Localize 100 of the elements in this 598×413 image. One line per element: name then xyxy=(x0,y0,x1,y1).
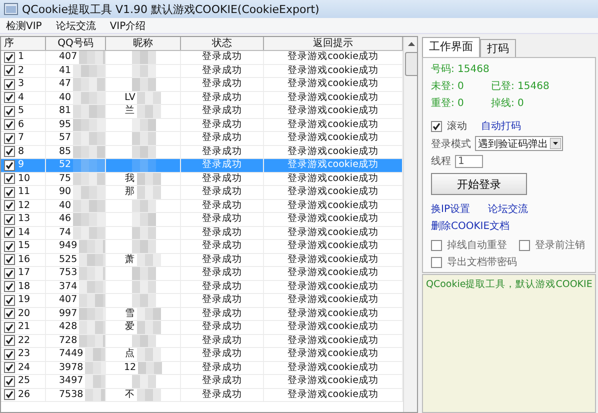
checkbox[interactable] xyxy=(4,268,15,279)
qq-number: 40 xyxy=(59,92,72,104)
blur-mosaic xyxy=(73,213,105,226)
link[interactable]: 论坛交流 xyxy=(488,202,528,216)
table-row[interactable]: 24 3978 12 登录成功 登录游戏cookie成功 xyxy=(1,362,403,375)
checkbox[interactable] xyxy=(4,132,15,144)
nickname: 萧 xyxy=(125,254,135,266)
menu-item[interactable]: 论坛交流 xyxy=(56,18,96,32)
dropdown-arrow-icon[interactable] xyxy=(550,138,561,149)
checkbox[interactable] xyxy=(4,294,15,306)
checkbox[interactable] xyxy=(4,240,15,252)
blur-mosaic xyxy=(73,64,105,77)
row-number: 10 xyxy=(18,172,30,185)
qq-number: 40 xyxy=(59,200,72,212)
blur-mosaic xyxy=(137,321,161,334)
column-header[interactable]: 状态 xyxy=(181,37,264,50)
checkbox[interactable] xyxy=(4,227,15,238)
table-row[interactable]: 17 753 登录成功 登录游戏cookie成功 xyxy=(1,267,403,280)
link[interactable]: 删除COOKIE文档 xyxy=(431,219,589,233)
checkbox[interactable] xyxy=(4,254,15,266)
nickname: 12 xyxy=(124,362,136,374)
table-row[interactable]: 7 57 登录成功 登录游戏cookie成功 xyxy=(1,132,403,146)
table-row[interactable]: 26 7538 不 登录成功 登录游戏cookie成功 xyxy=(1,388,403,402)
option-checkbox[interactable]: 导出文档带密码 xyxy=(431,255,517,269)
table-row[interactable]: 5 81 兰 登录成功 登录游戏cookie成功 xyxy=(1,105,403,118)
column-header[interactable]: 序 xyxy=(1,37,46,50)
checkbox[interactable] xyxy=(4,389,15,400)
checkbox[interactable] xyxy=(4,173,15,184)
login-mode-label: 登录模式 xyxy=(431,138,471,150)
blur-mosaic xyxy=(73,118,105,131)
blur-mosaic xyxy=(73,146,105,158)
checkbox[interactable] xyxy=(4,200,15,212)
message-text: 登录游戏cookie成功 xyxy=(288,92,378,104)
link[interactable]: 换IP设置 xyxy=(431,202,470,216)
checkbox[interactable] xyxy=(4,92,15,104)
column-header[interactable]: 昵称 xyxy=(106,37,181,50)
scrollbar-thumb[interactable] xyxy=(404,52,417,76)
start-login-button[interactable]: 开始登录 xyxy=(431,173,527,195)
checkbox[interactable] xyxy=(4,376,15,387)
checkbox[interactable] xyxy=(4,186,15,198)
qq-number: 7538 xyxy=(59,388,84,401)
table-row[interactable]: 13 46 登录成功 登录游戏cookie成功 xyxy=(1,213,403,226)
tab[interactable]: 工作界面 xyxy=(422,37,480,57)
scroll-checkbox[interactable]: 滚动 xyxy=(431,119,467,133)
checkbox[interactable] xyxy=(4,281,15,292)
checkbox[interactable] xyxy=(4,106,15,117)
table-row[interactable]: 4 40 LV 登录成功 登录游戏cookie成功 xyxy=(1,92,403,105)
table-row[interactable]: 20 997 雪 登录成功 登录游戏cookie成功 xyxy=(1,308,403,321)
status-text: 登录成功 xyxy=(202,132,242,144)
table-row[interactable]: 12 40 登录成功 登录游戏cookie成功 xyxy=(1,200,403,213)
table-row[interactable]: 16 525 萧 登录成功 登录游戏cookie成功 xyxy=(1,254,403,267)
qq-number: 407 xyxy=(59,294,78,306)
table-row[interactable]: 3 47 登录成功 登录游戏cookie成功 xyxy=(1,78,403,92)
checkbox[interactable] xyxy=(4,146,15,158)
column-header[interactable]: QQ号码 xyxy=(46,37,106,50)
table-row[interactable]: 19 407 登录成功 登录游戏cookie成功 xyxy=(1,294,403,308)
option-checkbox[interactable]: 掉线自动重登 xyxy=(431,238,507,252)
table-row[interactable]: 6 95 登录成功 登录游戏cookie成功 xyxy=(1,118,403,132)
row-number: 23 xyxy=(18,348,30,360)
table-row[interactable]: 21 428 爱 登录成功 登录游戏cookie成功 xyxy=(1,321,403,334)
checkbox[interactable] xyxy=(4,348,15,360)
checkbox[interactable] xyxy=(4,322,15,333)
checkbox[interactable] xyxy=(4,308,15,320)
table-row[interactable]: 15 949 登录成功 登录游戏cookie成功 xyxy=(1,240,403,254)
blur-mosaic xyxy=(132,64,156,77)
checkbox[interactable] xyxy=(4,52,15,63)
table-row[interactable]: 18 374 登录成功 登录游戏cookie成功 xyxy=(1,280,403,294)
checkbox[interactable] xyxy=(4,335,15,346)
table-row[interactable]: 10 75 我 登录成功 登录游戏cookie成功 xyxy=(1,172,403,186)
qq-number: 949 xyxy=(59,240,78,252)
table-row[interactable]: 1 407 登录成功 登录游戏cookie成功 xyxy=(1,51,403,64)
table-row[interactable]: 11 90 那 登录成功 登录游戏cookie成功 xyxy=(1,186,403,200)
checkbox[interactable] xyxy=(4,362,15,374)
login-mode-dropdown[interactable]: 遇到验证码弹出 xyxy=(475,136,563,151)
row-number: 26 xyxy=(18,388,30,401)
table-row[interactable]: 23 7449 点 登录成功 登录游戏cookie成功 xyxy=(1,348,403,362)
menu-item[interactable]: 检测VIP xyxy=(6,18,42,32)
blur-mosaic xyxy=(132,132,156,144)
scroll-up-icon[interactable] xyxy=(408,42,415,46)
blur-mosaic xyxy=(73,105,105,118)
table-row[interactable]: 2 41 登录成功 登录游戏cookie成功 xyxy=(1,64,403,78)
checkbox[interactable] xyxy=(4,160,15,171)
option-checkbox[interactable]: 登录前注销 xyxy=(519,238,585,252)
scrollbar[interactable] xyxy=(403,37,417,412)
threads-field[interactable]: 1 xyxy=(455,154,483,168)
status-text: 登录成功 xyxy=(202,334,242,347)
auto-captcha-link[interactable]: 自动打码 xyxy=(481,119,521,133)
message-text: 登录游戏cookie成功 xyxy=(288,308,378,320)
checkbox[interactable] xyxy=(4,214,15,225)
blur-mosaic xyxy=(73,172,105,185)
checkbox[interactable] xyxy=(4,65,15,76)
table-row[interactable]: 14 74 登录成功 登录游戏cookie成功 xyxy=(1,226,403,240)
table-row[interactable]: 22 728 登录成功 登录游戏cookie成功 xyxy=(1,334,403,348)
tab[interactable]: 打码 xyxy=(480,39,516,57)
checkbox[interactable] xyxy=(4,78,15,90)
status-text: 登录成功 xyxy=(202,375,242,388)
blur-mosaic xyxy=(132,226,156,239)
checkbox[interactable] xyxy=(4,119,15,130)
table-row[interactable]: 25 3497 登录成功 登录游戏cookie成功 xyxy=(1,375,403,388)
menu-item[interactable]: VIP介绍 xyxy=(110,18,146,32)
